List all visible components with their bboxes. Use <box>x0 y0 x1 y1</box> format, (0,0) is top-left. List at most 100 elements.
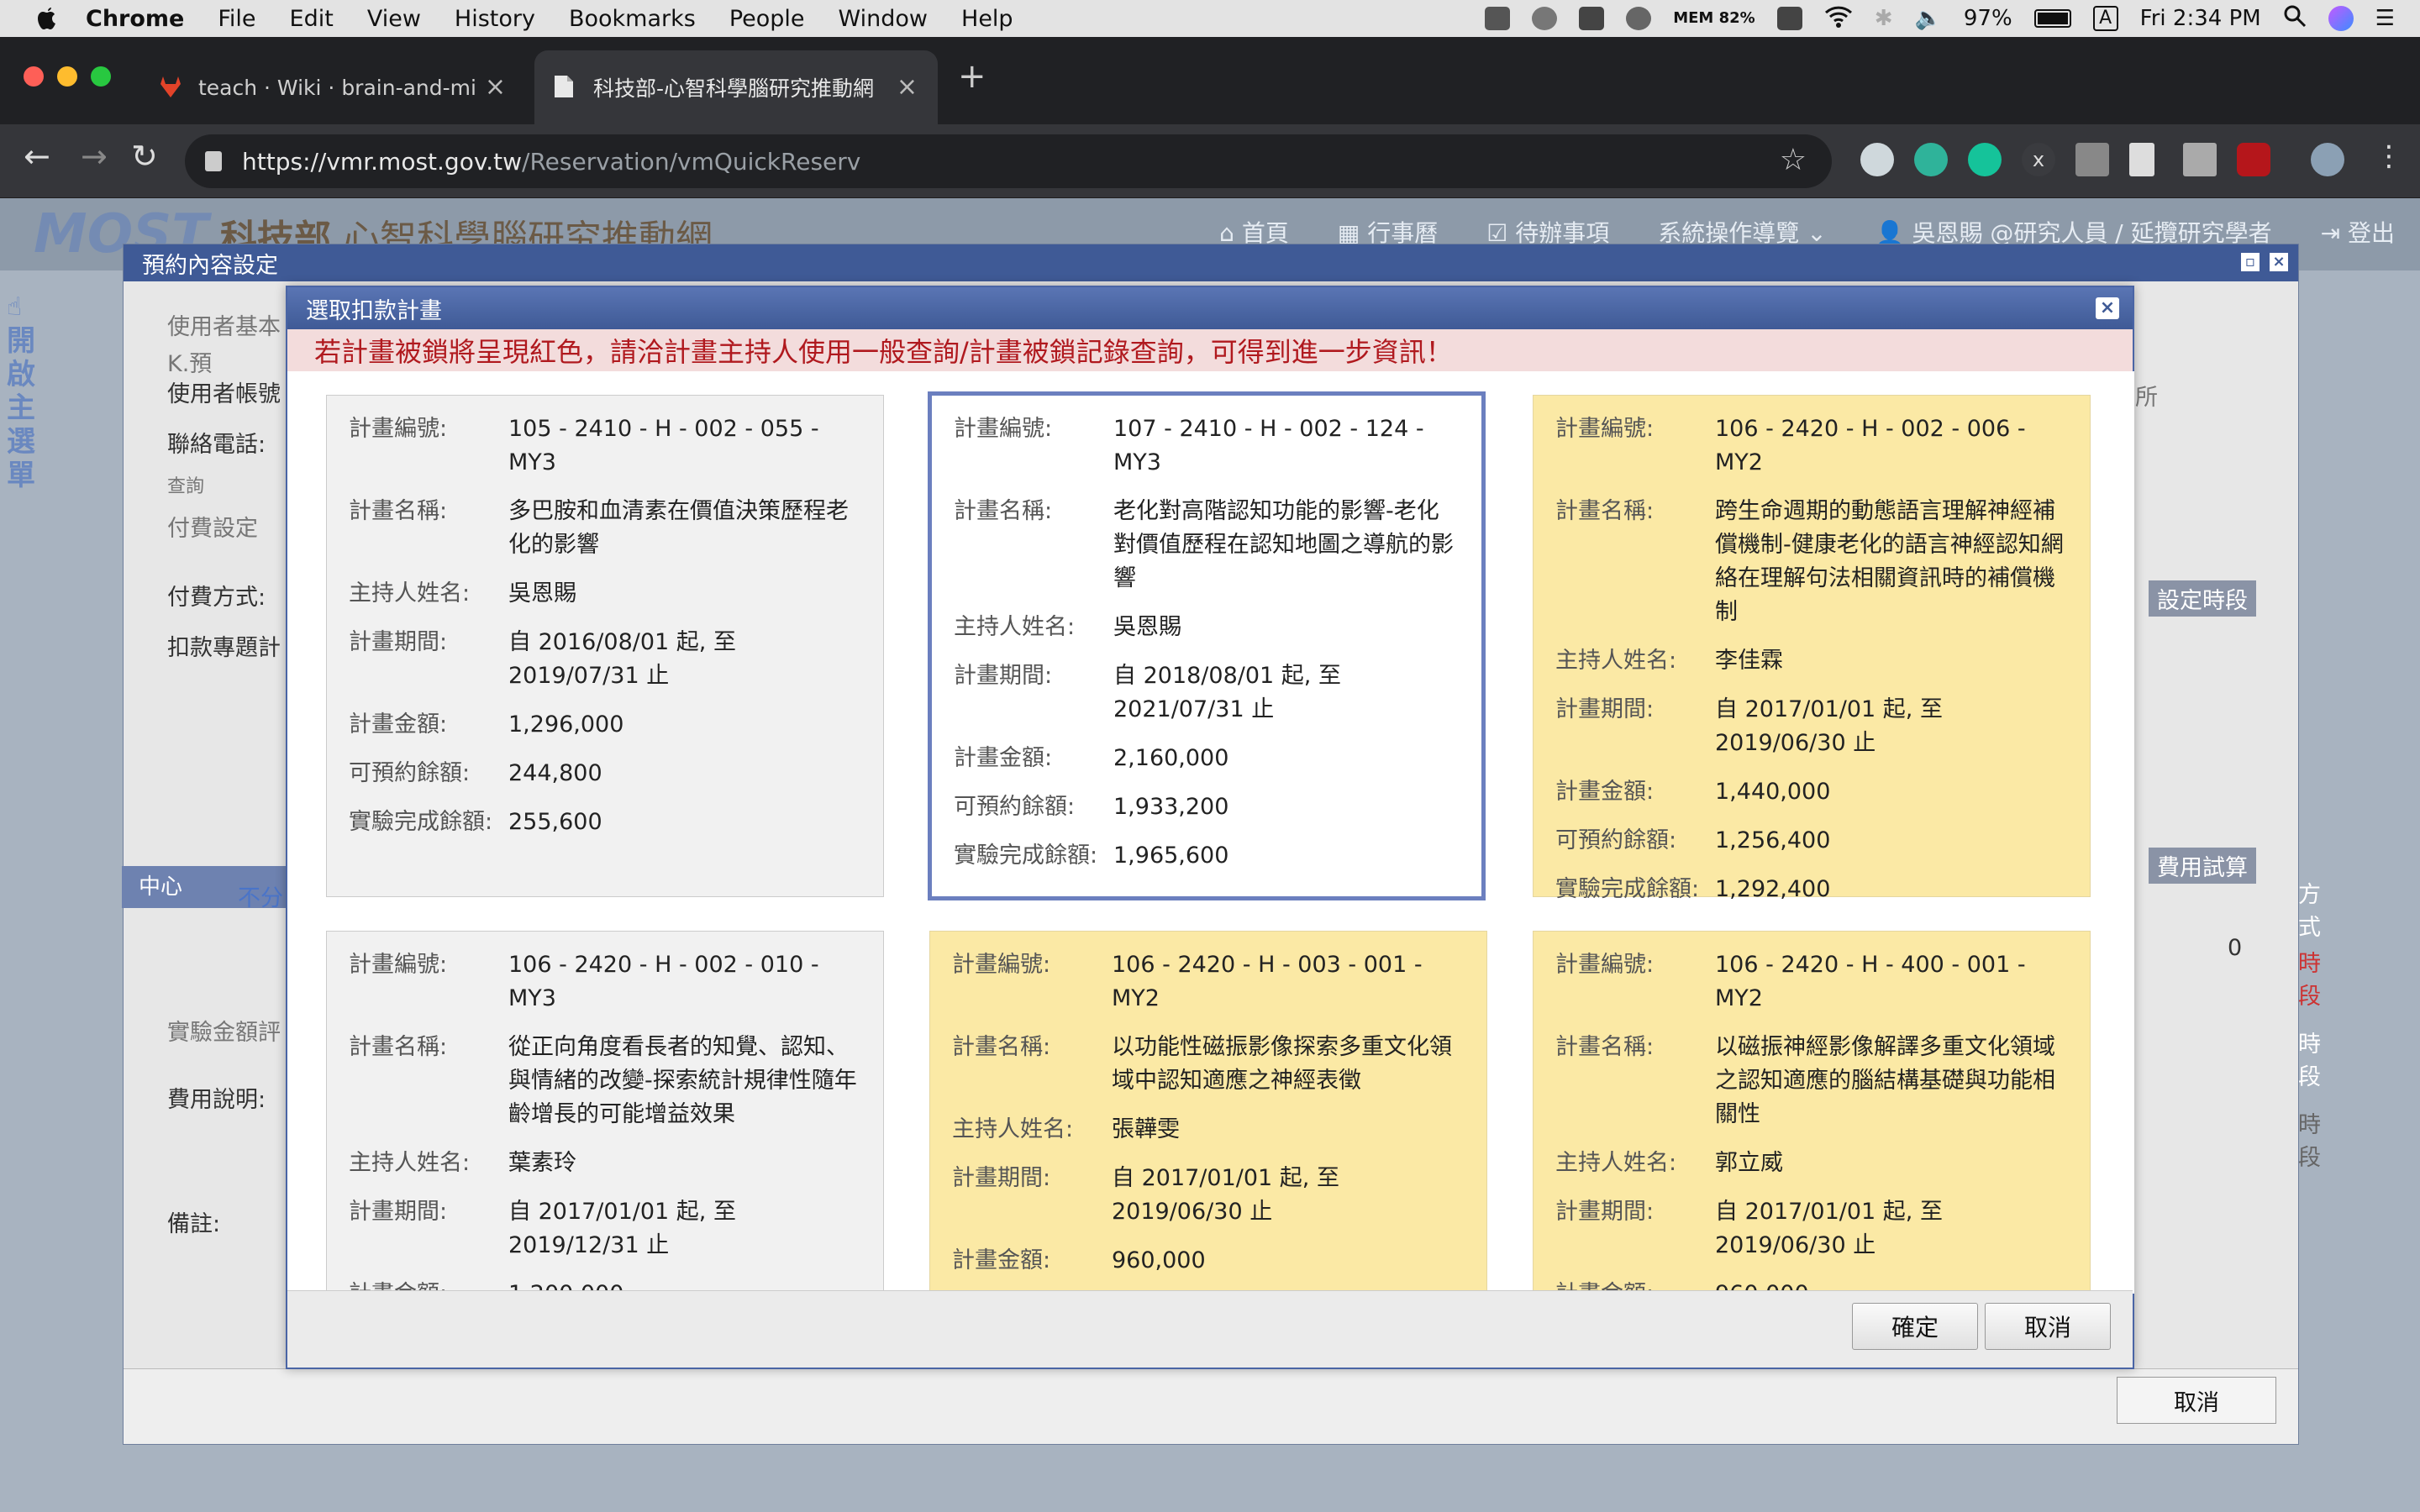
menu-edit[interactable]: Edit <box>290 6 334 32</box>
query-label: 查詢 <box>167 476 205 497</box>
plan-name: 多巴胺和血清素在價值決策歷程老化的影響 <box>508 498 849 558</box>
plan-card-selected[interactable]: 計畫編號: 107 - 2410 - H - 002 - 124 - MY3 計畫… <box>928 391 1486 900</box>
available-balance: 244,800 <box>508 760 602 786</box>
close-tab-icon[interactable]: × <box>897 72 918 102</box>
maximize-icon[interactable]: ▫ <box>2241 253 2260 271</box>
chrome-toolbar: ← → ↻ https://vmr.most.gov.tw/Reservatio… <box>0 124 2420 198</box>
drive-icon[interactable] <box>2183 143 2217 176</box>
plan-card[interactable]: 計畫編號: 105 - 2410 - H - 002 - 055 - MY3 計畫… <box>326 395 884 897</box>
close-icon[interactable]: × <box>2270 253 2288 271</box>
amount-label: 計畫金額: <box>1555 779 1655 805</box>
all-link[interactable]: 不分 <box>238 879 283 912</box>
close-window-button[interactable] <box>24 66 44 87</box>
pi-name: 張韡雯 <box>1112 1116 1180 1142</box>
extension-m-icon[interactable] <box>2075 143 2109 176</box>
clock[interactable]: Fri 2:34 PM <box>2140 6 2261 31</box>
available-balance: 1,933,200 <box>1113 794 1229 820</box>
menu-bookmarks[interactable]: Bookmarks <box>569 6 696 32</box>
logout-icon: ⇥ <box>2320 219 2341 247</box>
profile-avatar[interactable] <box>2311 143 2344 176</box>
tab-gitlab-wiki[interactable]: teach · Wiki · brain-and-mind-l × <box>139 50 526 124</box>
evernote-icon[interactable] <box>1776 7 1802 30</box>
select-deduction-plan-dialog: 選取扣款計畫 × 若計畫被鎖將呈現紅色，請洽計畫主持人使用一般查詢/計畫被鎖記錄… <box>286 286 2134 1369</box>
nav-logout-label: 登出 <box>2347 219 2395 247</box>
period-label: 計畫期間: <box>1555 1199 1655 1225</box>
plan-period: 自 2017/01/01 起, 至 2019/06/30 止 <box>1715 696 1943 756</box>
amount-label: 計畫金額: <box>952 1247 1051 1273</box>
ublock-icon[interactable] <box>2237 143 2270 176</box>
completed-balance-label: 實驗完成餘額: <box>1555 876 1700 902</box>
address-bar[interactable]: https://vmr.most.gov.tw/Reservation/vmQu… <box>185 134 1832 188</box>
battery-percent[interactable]: 97% <box>1964 6 2012 31</box>
plan-card[interactable]: 計畫編號: 106 - 2420 - H - 002 - 006 - MY2 計畫… <box>1533 395 2091 902</box>
chrome-menu-icon[interactable]: ⋮ <box>2375 139 2403 173</box>
menu-app-chrome[interactable]: Chrome <box>86 6 184 32</box>
extension-x-icon[interactable]: x <box>2022 143 2055 176</box>
memory-indicator[interactable]: MEM 82% <box>1673 11 1754 26</box>
available-balance-label: 可預約餘額: <box>1555 827 1677 853</box>
url-host: https://vmr.most.gov.tw <box>242 147 523 176</box>
input-source-indicator[interactable]: A <box>2092 6 2118 31</box>
available-balance-label: 可預約餘額: <box>349 760 471 786</box>
new-tab-button[interactable]: + <box>958 57 986 96</box>
dialog-window-controls: ▫ × <box>2241 253 2288 271</box>
document-icon[interactable] <box>2129 143 2154 176</box>
cancel-button[interactable]: 取消 <box>2117 1377 2276 1424</box>
plan-card[interactable]: 計畫編號: 106 - 2420 - H - 400 - 001 - MY2 計畫… <box>1533 931 2091 1294</box>
cancel-button[interactable]: 取消 <box>1985 1303 2111 1350</box>
sync-icon[interactable] <box>1532 7 1558 30</box>
open-main-menu-button[interactable]: ☝ 開啟主選單 <box>7 291 40 492</box>
institution-field-tail: 所 <box>2135 385 2158 411</box>
plan-card[interactable]: 計畫編號: 106 - 2420 - H - 003 - 001 - MY2 計畫… <box>929 931 1487 1294</box>
app-status-icon[interactable] <box>1485 7 1511 30</box>
menu-file[interactable]: File <box>218 6 255 32</box>
notification-center-icon[interactable]: ☰ <box>2375 6 2395 31</box>
pi-label: 主持人姓名: <box>349 1150 471 1176</box>
nav-logout[interactable]: ⇥ 登出 <box>2321 215 2395 249</box>
tab-most-site[interactable]: 科技部-心智科學腦研究推動網 × <box>534 50 938 124</box>
plan-no: 106 - 2420 - H - 400 - 001 - MY2 <box>1715 952 2026 1011</box>
plan-card-grid[interactable]: 計畫編號: 105 - 2410 - H - 002 - 055 - MY3 計畫… <box>289 371 2134 1294</box>
plan-name-label: 計畫名稱: <box>952 1034 1051 1060</box>
plan-card[interactable]: 計畫編號: 106 - 2420 - H - 002 - 010 - MY3 計畫… <box>326 931 884 1294</box>
bookmark-star-icon[interactable]: ☆ <box>1780 143 1807 177</box>
tab-title: 科技部-心智科學腦研究推動網 <box>593 76 875 101</box>
forward-button[interactable]: → <box>81 138 108 175</box>
extension-icon[interactable] <box>1860 143 1894 176</box>
reload-button[interactable]: ↻ <box>131 138 158 175</box>
count-value: 0 <box>2228 935 2243 961</box>
menu-people[interactable]: People <box>729 6 805 32</box>
dialog-footer <box>124 1368 2298 1444</box>
cloud-icon[interactable] <box>1579 7 1605 30</box>
battery-icon[interactable] <box>2033 9 2071 28</box>
spotlight-search-icon[interactable] <box>2283 4 2307 34</box>
pi-label: 主持人姓名: <box>952 1116 1074 1142</box>
set-timeslot-button[interactable]: 設定時段 <box>2149 580 2256 617</box>
siri-icon[interactable] <box>2328 6 2354 31</box>
lock-icon[interactable] <box>205 151 222 171</box>
fee-estimate-button[interactable]: 費用試算 <box>2149 848 2256 884</box>
back-button[interactable]: ← <box>24 138 50 175</box>
confirm-button[interactable]: 確定 <box>1852 1303 1978 1350</box>
menu-history[interactable]: History <box>455 6 535 32</box>
plan-no-label: 計畫編號: <box>349 416 448 442</box>
grammarly-icon[interactable] <box>1968 143 2002 176</box>
menu-help[interactable]: Help <box>961 6 1013 32</box>
amount-label: 計畫金額: <box>349 711 448 738</box>
open-main-menu-label: 開啟主選單 <box>7 324 35 492</box>
wifi-icon[interactable] <box>1824 4 1853 34</box>
close-tab-icon[interactable]: × <box>485 72 506 102</box>
volume-icon[interactable]: 🔈 <box>1915 6 1942 31</box>
menu-view[interactable]: View <box>367 6 421 32</box>
dollar-icon[interactable] <box>1626 7 1652 30</box>
dialog-titlebar: 選取扣款計畫 <box>287 287 2133 329</box>
bluetooth-icon[interactable]: ✱ <box>1875 6 1893 31</box>
extension-icon[interactable] <box>1914 143 1948 176</box>
minimize-window-button[interactable] <box>57 66 77 87</box>
zoom-window-button[interactable] <box>91 66 111 87</box>
apple-icon[interactable] <box>34 5 60 32</box>
plan-no: 106 - 2420 - H - 002 - 010 - MY3 <box>508 952 819 1011</box>
close-icon[interactable]: × <box>2096 297 2119 319</box>
hand-pointer-icon: ☝ <box>7 292 23 322</box>
menu-window[interactable]: Window <box>839 6 928 32</box>
